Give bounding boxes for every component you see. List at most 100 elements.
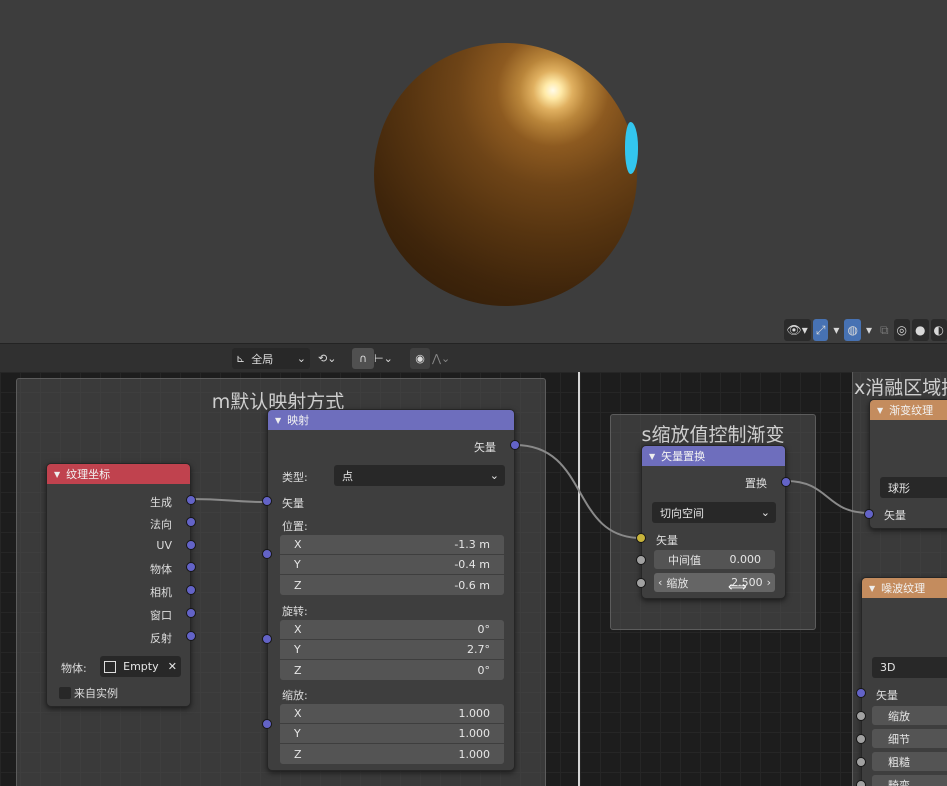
- scale-fields[interactable]: X 1.000 Y 1.000 Z 1.000: [280, 704, 504, 764]
- output-socket[interactable]: [510, 440, 520, 450]
- node-graph[interactable]: m默认映射方式 s缩放值控制渐变 x消融区域控 ▼ 纹理坐标 生成 法向 UV …: [0, 372, 947, 786]
- object-field[interactable]: Empty ✕: [100, 656, 181, 677]
- collapse-icon[interactable]: ▼: [877, 406, 883, 415]
- location-fields[interactable]: X -1.3 m Y -0.4 m Z -0.6 m: [280, 535, 504, 595]
- input-socket[interactable]: [636, 555, 646, 565]
- wireframe-icon[interactable]: ◎: [893, 319, 911, 341]
- snap-icon[interactable]: ∩: [352, 348, 374, 369]
- resize-cursor-icon: ⟺: [728, 580, 747, 595]
- rotation-y-field[interactable]: Y 2.7°: [280, 640, 504, 660]
- input-socket[interactable]: [262, 496, 272, 506]
- from-instancer-checkbox[interactable]: 来自实例: [59, 685, 118, 701]
- output-socket[interactable]: [186, 495, 196, 505]
- overlay-icon[interactable]: ◍: [844, 319, 861, 341]
- location-y-field[interactable]: Y -0.4 m: [280, 555, 504, 575]
- input-socket[interactable]: [262, 549, 272, 559]
- close-icon[interactable]: ✕: [168, 660, 177, 673]
- vector-input-label: 矢量: [876, 689, 898, 702]
- object-label: 物体:: [61, 662, 87, 675]
- node-noise-texture[interactable]: ▼ 噪波纹理 3D 矢量 缩放 细节 粗糙 畸变: [856, 577, 947, 786]
- location-z-field[interactable]: Z -0.6 m: [280, 575, 504, 595]
- viewport-shading-toolbar: 👁▾ ⤢ ▾ ◍ ▾ ⧉ ◎ ● ◐: [783, 318, 947, 342]
- chevron-down-icon[interactable]: ▾: [830, 319, 842, 341]
- midlevel-field[interactable]: 中间值 0.000: [654, 550, 775, 569]
- noise-distortion-field[interactable]: 畸变: [872, 775, 947, 786]
- input-socket[interactable]: [262, 719, 272, 729]
- collapse-icon[interactable]: ▼: [54, 470, 60, 479]
- rotation-z-field[interactable]: Z 0°: [280, 660, 504, 680]
- falloff-icon[interactable]: ⋀⌄: [432, 348, 458, 369]
- input-socket[interactable]: [636, 533, 646, 543]
- output-label: 置换: [745, 477, 767, 490]
- chevron-down-icon[interactable]: ▾: [863, 319, 875, 341]
- node-header: ▼ 纹理坐标: [47, 464, 190, 484]
- input-socket[interactable]: [856, 757, 866, 767]
- 3d-viewport[interactable]: 👁▾ ⤢ ▾ ◍ ▾ ⧉ ◎ ● ◐: [0, 0, 947, 343]
- output-socket[interactable]: [186, 585, 196, 595]
- chevron-down-icon: ⌄: [489, 469, 499, 482]
- input-socket[interactable]: [636, 578, 646, 588]
- output-label: 相机: [150, 586, 172, 599]
- output-label: 窗口: [150, 609, 172, 622]
- output-label: UV: [156, 539, 172, 552]
- collapse-icon[interactable]: ▼: [649, 452, 655, 461]
- output-socket[interactable]: [186, 631, 196, 641]
- node-gradient-texture[interactable]: ▼ 渐变纹理 球形 矢量: [864, 399, 947, 529]
- node-vector-displacement[interactable]: ▼ 矢量置换 置换 切向空间 ⌄ 矢量 中间值 0.000 ‹ 缩放 2.500…: [636, 445, 791, 599]
- scale-field[interactable]: ‹ 缩放 2.500 ›: [654, 573, 775, 592]
- transform-orientation-dropdown[interactable]: ⊾ 全局 ⌄: [232, 348, 310, 369]
- collapse-icon[interactable]: ▼: [869, 584, 875, 593]
- xray-icon[interactable]: ⧉: [877, 319, 892, 341]
- orientation-icon: ⊾: [236, 352, 246, 365]
- node-texture-coordinate[interactable]: ▼ 纹理坐标 生成 法向 UV 物体 相机 窗口 反射 物体: Empty ✕ …: [46, 463, 196, 707]
- scale-z-field[interactable]: Z 1.000: [280, 744, 504, 764]
- node-header: ▼ 矢量置换: [642, 446, 785, 466]
- noise-scale-field[interactable]: 缩放: [872, 706, 947, 725]
- output-label: 反射: [150, 632, 172, 645]
- rotation-label: 旋转:: [282, 605, 308, 618]
- proportional-edit-icon[interactable]: ◉: [410, 348, 430, 369]
- noise-roughness-field[interactable]: 粗糙: [872, 752, 947, 771]
- eye-icon[interactable]: 👁▾: [783, 319, 811, 341]
- output-socket[interactable]: [186, 517, 196, 527]
- type-dropdown[interactable]: 点 ⌄: [334, 465, 505, 486]
- checkbox-icon[interactable]: [59, 687, 71, 699]
- type-label: 类型:: [282, 471, 308, 484]
- scale-x-field[interactable]: X 1.000: [280, 704, 504, 724]
- gradient-type-dropdown[interactable]: 球形: [880, 477, 947, 498]
- node-editor-header: ⊾ 全局 ⌄ ⟲⌄ ∩ ⊢⌄ ◉ ⋀⌄: [0, 343, 947, 372]
- output-label: 矢量: [474, 441, 496, 454]
- output-socket[interactable]: [186, 562, 196, 572]
- gizmo-icon[interactable]: ⤢: [812, 319, 829, 341]
- input-socket[interactable]: [856, 711, 866, 721]
- chevron-down-icon: ⌄: [760, 506, 770, 519]
- solid-icon[interactable]: ●: [912, 319, 929, 341]
- pivot-icon[interactable]: ⟲⌄: [318, 348, 348, 369]
- scale-y-field[interactable]: Y 1.000: [280, 724, 504, 744]
- rotation-fields[interactable]: X 0° Y 2.7° Z 0°: [280, 620, 504, 680]
- node-mapping[interactable]: ▼ 映射 矢量 类型: 点 ⌄ 矢量 位置: X -1.3 m Y -0.4 m Z…: [262, 409, 520, 771]
- output-socket[interactable]: [186, 608, 196, 618]
- node-header: ▼ 噪波纹理: [862, 578, 947, 598]
- chevron-right-icon[interactable]: ›: [767, 576, 771, 589]
- space-dropdown[interactable]: 切向空间 ⌄: [652, 502, 776, 523]
- node-header: ▼ 渐变纹理: [870, 400, 947, 420]
- output-label: 法向: [150, 518, 172, 531]
- input-socket[interactable]: [856, 734, 866, 744]
- noise-detail-field[interactable]: 细节: [872, 729, 947, 748]
- chevron-left-icon[interactable]: ‹: [658, 576, 662, 589]
- dimensions-dropdown[interactable]: 3D: [872, 657, 947, 678]
- input-socket[interactable]: [856, 688, 866, 698]
- rotation-x-field[interactable]: X 0°: [280, 620, 504, 640]
- input-socket[interactable]: [864, 509, 874, 519]
- material-icon[interactable]: ◐: [930, 319, 947, 341]
- input-socket[interactable]: [856, 780, 866, 786]
- input-socket[interactable]: [262, 634, 272, 644]
- collapse-icon[interactable]: ▼: [275, 416, 281, 425]
- output-label: 物体: [150, 563, 172, 576]
- chevron-down-icon: ⌄: [296, 352, 306, 365]
- output-socket[interactable]: [781, 477, 791, 487]
- output-socket[interactable]: [186, 540, 196, 550]
- location-x-field[interactable]: X -1.3 m: [280, 535, 504, 555]
- snap-target-icon[interactable]: ⊢⌄: [374, 348, 404, 369]
